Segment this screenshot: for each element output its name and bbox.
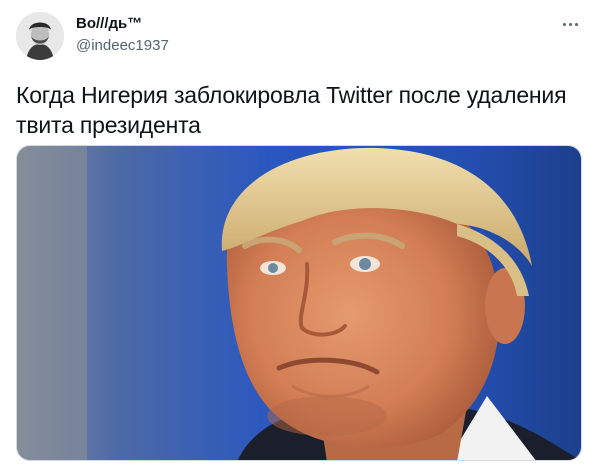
author-info[interactable]: Во///дь™ @indeec1937 [76, 14, 169, 56]
avatar-portrait-icon [16, 12, 64, 60]
tweet-card[interactable]: Во///дь™ @indeec1937 Когда Нигерия забло… [0, 0, 598, 469]
tweet-text: Когда Нигерия заблокировла Twitter после… [16, 82, 567, 138]
tweet-photo[interactable] [16, 145, 582, 461]
author-avatar[interactable] [16, 12, 64, 60]
more-options-icon[interactable] [558, 12, 582, 36]
portrait-photo [17, 146, 581, 460]
author-display-name[interactable]: Во///дь™ [76, 14, 169, 34]
author-handle[interactable]: @indeec1937 [76, 36, 169, 56]
